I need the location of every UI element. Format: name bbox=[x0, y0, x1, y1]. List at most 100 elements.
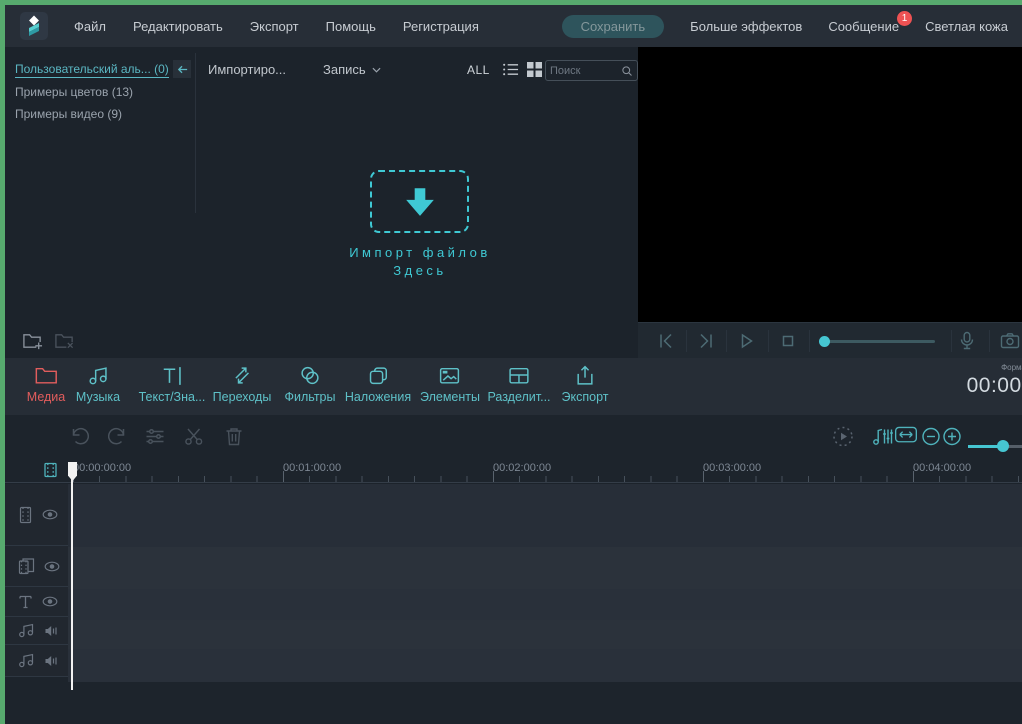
timeline-zoom-knob[interactable] bbox=[997, 440, 1009, 452]
tab-media[interactable]: Медиа bbox=[27, 365, 65, 404]
seek-slider-knob[interactable] bbox=[819, 336, 830, 347]
message-count-badge: 1 bbox=[897, 11, 912, 26]
pip-track-icon bbox=[18, 557, 35, 575]
collapse-sidebar-button[interactable] bbox=[173, 60, 191, 78]
timeline-ruler[interactable]: 00:00:00:00 00:01:00:00 00:02:00:00 00:0… bbox=[5, 458, 1022, 483]
text-tool-icon bbox=[161, 365, 184, 386]
tab-overlays[interactable]: Наложения bbox=[345, 365, 411, 404]
track-header-text bbox=[5, 587, 68, 617]
music-note-icon bbox=[87, 365, 110, 386]
adjust-icon[interactable] bbox=[144, 425, 167, 448]
transitions-icon bbox=[230, 365, 253, 386]
album-sample-colors[interactable]: Примеры цветов (13) bbox=[15, 85, 133, 99]
menu-help[interactable]: Помощь bbox=[326, 19, 376, 34]
eye-icon[interactable] bbox=[44, 561, 60, 572]
tab-filters[interactable]: Фильтры bbox=[285, 365, 336, 404]
audio-track-icon bbox=[18, 653, 35, 668]
messages-link[interactable]: Сообщение 1 bbox=[828, 19, 899, 34]
menubar-right: Сохранить Больше эффектов Сообщение 1 Св… bbox=[562, 15, 1022, 38]
menu-export[interactable]: Экспорт bbox=[250, 19, 299, 34]
eye-icon[interactable] bbox=[42, 596, 58, 607]
undo-icon[interactable] bbox=[69, 425, 92, 448]
filter-all-label[interactable]: ALL bbox=[467, 63, 490, 77]
messages-label: Сообщение bbox=[828, 19, 899, 34]
track-lane-audio-2[interactable] bbox=[68, 649, 1022, 682]
previous-frame-button[interactable] bbox=[655, 330, 677, 352]
menubar: Файл Редактировать Экспорт Помощь Регист… bbox=[5, 5, 1022, 47]
track-headers bbox=[5, 484, 68, 677]
overlays-icon bbox=[366, 365, 389, 386]
main-menu: Файл Редактировать Экспорт Помощь Регист… bbox=[74, 19, 479, 34]
track-lane-text[interactable] bbox=[68, 589, 1022, 620]
next-frame-button[interactable] bbox=[695, 330, 717, 352]
eye-icon[interactable] bbox=[42, 509, 58, 520]
microphone-icon[interactable] bbox=[956, 330, 978, 352]
play-button[interactable] bbox=[735, 330, 757, 352]
zoom-in-icon[interactable] bbox=[941, 425, 964, 448]
fit-to-timeline-icon[interactable] bbox=[895, 425, 918, 448]
video-track-icon bbox=[18, 506, 33, 524]
audio-mixer-icon[interactable] bbox=[872, 425, 895, 448]
list-view-icon[interactable] bbox=[502, 61, 519, 78]
seek-slider[interactable] bbox=[820, 340, 935, 343]
app-window-frame: Файл Редактировать Экспорт Помощь Регист… bbox=[0, 0, 1022, 724]
preview-video-area bbox=[638, 47, 1022, 322]
player-controls bbox=[638, 322, 1022, 358]
camera-snapshot-icon[interactable] bbox=[999, 330, 1021, 352]
track-header-pip bbox=[5, 546, 68, 587]
redo-icon[interactable] bbox=[106, 425, 129, 448]
album-sample-video[interactable]: Примеры видео (9) bbox=[15, 107, 122, 121]
skin-link[interactable]: Светлая кожа bbox=[925, 19, 1008, 34]
dropzone-text-line2: Здесь bbox=[290, 263, 550, 278]
tab-transitions[interactable]: Переходы bbox=[213, 365, 272, 404]
menu-file[interactable]: Файл bbox=[74, 19, 106, 34]
stop-button[interactable] bbox=[777, 330, 799, 352]
delete-album-icon[interactable] bbox=[54, 331, 75, 352]
audio-track-icon bbox=[18, 623, 35, 638]
track-lanes bbox=[68, 484, 1022, 682]
album-user[interactable]: Пользовательский аль... (0) bbox=[15, 62, 169, 78]
zoom-out-icon[interactable] bbox=[920, 425, 943, 448]
tab-export[interactable]: Экспорт bbox=[562, 365, 609, 404]
speaker-icon[interactable] bbox=[44, 655, 59, 667]
track-lane-audio-1[interactable] bbox=[68, 620, 1022, 649]
status-block: Форма 00:00: bbox=[967, 363, 1022, 398]
dropzone-text-line1: Импорт файлов bbox=[290, 245, 550, 260]
scissors-icon[interactable] bbox=[183, 425, 206, 448]
ruler-major-ticks bbox=[73, 471, 1022, 482]
track-lane-pip[interactable] bbox=[68, 547, 1022, 589]
track-lane-video[interactable] bbox=[68, 484, 1022, 547]
timeline-zoom-slider[interactable] bbox=[968, 445, 1022, 448]
media-library-panel: Пользовательский аль... (0) Примеры цвет… bbox=[5, 47, 638, 358]
import-dropzone[interactable] bbox=[370, 170, 469, 233]
track-header-audio-1 bbox=[5, 617, 68, 645]
tab-text[interactable]: Текст/Зна... bbox=[139, 365, 206, 404]
record-menu-button[interactable]: Запись bbox=[323, 62, 381, 77]
search-input[interactable] bbox=[550, 65, 621, 77]
elements-icon bbox=[438, 365, 461, 386]
import-arrow-icon bbox=[403, 187, 437, 217]
text-track-icon bbox=[18, 595, 33, 609]
search-box[interactable] bbox=[545, 60, 638, 81]
grid-view-icon[interactable] bbox=[526, 61, 543, 78]
speaker-icon[interactable] bbox=[44, 625, 59, 637]
trash-icon[interactable] bbox=[223, 425, 246, 448]
save-button[interactable]: Сохранить bbox=[562, 15, 665, 38]
timeline-toolbar bbox=[5, 415, 1022, 458]
frame-marker-icon[interactable] bbox=[43, 462, 58, 478]
album-tools bbox=[22, 331, 75, 352]
timecode-display: 00:00: bbox=[967, 374, 1022, 398]
menu-register[interactable]: Регистрация bbox=[403, 19, 479, 34]
add-album-icon[interactable] bbox=[22, 331, 43, 352]
asset-tabs-row: Медиа Музыка Текст/Зна... Переходы Фильт… bbox=[5, 358, 1022, 415]
preview-panel bbox=[638, 47, 1022, 358]
render-preview-icon[interactable] bbox=[832, 425, 855, 448]
import-menu-button[interactable]: Импортиро... bbox=[208, 62, 286, 77]
track-header-audio-2 bbox=[5, 645, 68, 677]
playhead-line[interactable] bbox=[71, 479, 73, 690]
menu-edit[interactable]: Редактировать bbox=[133, 19, 223, 34]
tab-music[interactable]: Музыка bbox=[76, 365, 120, 404]
tab-elements[interactable]: Элементы bbox=[420, 365, 480, 404]
more-effects-link[interactable]: Больше эффектов bbox=[690, 19, 802, 34]
tab-split-screen[interactable]: Разделит... bbox=[487, 365, 550, 404]
